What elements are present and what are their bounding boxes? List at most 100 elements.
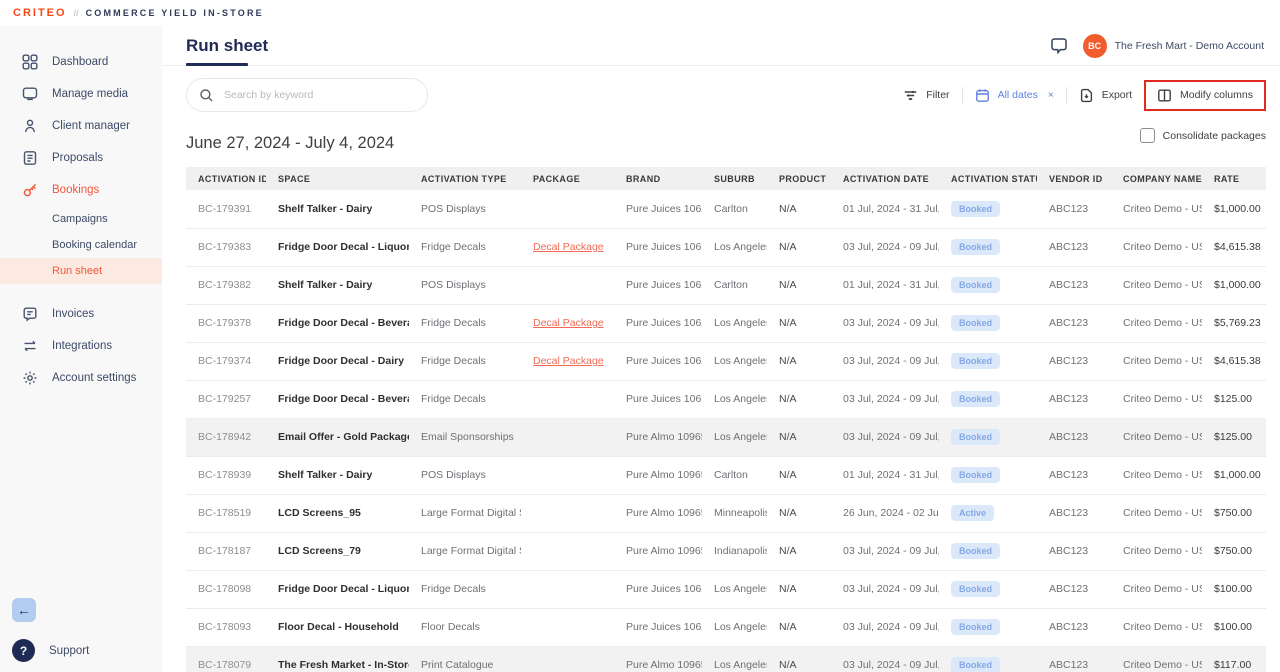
sidebar-subitem-label: Booking calendar <box>52 239 137 251</box>
date-filter-label: All dates <box>998 89 1038 101</box>
key-icon <box>22 182 38 198</box>
cell-brand: Pure Juices 10629 <box>614 228 702 266</box>
chat-bubble-icon[interactable] <box>1049 36 1069 56</box>
sidebar-item-bookings[interactable]: Bookings <box>0 174 162 206</box>
clear-dates-icon[interactable]: × <box>1048 90 1054 101</box>
table-row[interactable]: BC-178187LCD Screens_79Large Format Digi… <box>186 532 1266 570</box>
column-header: ACTIVATION STATUS <box>939 167 1037 190</box>
cell-rate: $750.00 <box>1202 494 1266 532</box>
status-badge: Booked <box>951 619 1000 635</box>
table-row[interactable]: BC-179382Shelf Talker - DairyPOS Display… <box>186 266 1266 304</box>
cell-space: Fridge Door Decal - Beverage <box>266 304 409 342</box>
cell-company-name: Criteo Demo - USA <box>1111 494 1202 532</box>
cell-activation-date: 03 Jul, 2024 - 09 Jul, 2024 <box>831 228 939 266</box>
table-row[interactable]: BC-178942Email Offer - Gold PackageEmail… <box>186 418 1266 456</box>
cell-activation-status: Booked <box>939 190 1037 228</box>
cell-rate: $100.00 <box>1202 570 1266 608</box>
cell-space: LCD Screens_79 <box>266 532 409 570</box>
sidebar-item-manage-media[interactable]: Manage media <box>0 78 162 110</box>
cell-activation-id: BC-179382 <box>186 266 266 304</box>
cell-company-name: Criteo Demo - USA <box>1111 570 1202 608</box>
cell-activation-id: BC-179257 <box>186 380 266 418</box>
sidebar-item-label: Account settings <box>52 372 136 384</box>
clipboard-icon <box>22 150 38 166</box>
cell-product: N/A <box>767 532 831 570</box>
cell-brand: Pure Almo 10965 <box>614 494 702 532</box>
package-link[interactable]: Decal Package <box>533 241 604 253</box>
collapse-sidebar-button[interactable]: ← <box>12 598 36 622</box>
table-row[interactable]: BC-179378Fridge Door Decal - BeverageFri… <box>186 304 1266 342</box>
cell-suburb: Los Angeles <box>702 380 767 418</box>
sidebar-item-invoices[interactable]: Invoices <box>0 298 162 330</box>
cell-rate: $4,615.38 <box>1202 228 1266 266</box>
package-link[interactable]: Decal Package <box>533 317 604 329</box>
cell-product: N/A <box>767 494 831 532</box>
sidebar-subitem-run-sheet[interactable]: Run sheet <box>0 258 162 284</box>
cell-vendor-id: ABC123 <box>1037 228 1111 266</box>
cell-activation-date: 01 Jul, 2024 - 31 Jul, 2024 <box>831 190 939 228</box>
sidebar-item-proposals[interactable]: Proposals <box>0 142 162 174</box>
date-filter-chip[interactable]: All dates × <box>975 88 1054 103</box>
modify-columns-button[interactable]: Modify columns <box>1157 88 1253 103</box>
cell-activation-id: BC-179374 <box>186 342 266 380</box>
table-row[interactable]: BC-178079The Fresh Market - In-Store Fly… <box>186 646 1266 672</box>
table-row[interactable]: BC-178093Floor Decal - HouseholdFloor De… <box>186 608 1266 646</box>
consolidate-packages-toggle[interactable]: Consolidate packages <box>1140 126 1266 143</box>
export-label: Export <box>1102 89 1132 101</box>
invoice-icon <box>22 306 38 322</box>
cell-brand: Pure Almo 10965 <box>614 456 702 494</box>
export-button[interactable]: Export <box>1079 88 1132 103</box>
filter-label: Filter <box>926 89 949 101</box>
cell-suburb: Carlton <box>702 266 767 304</box>
table-row[interactable]: BC-178098Fridge Door Decal - LiquorFridg… <box>186 570 1266 608</box>
column-header: PACKAGE <box>521 167 614 190</box>
cell-activation-date: 01 Jul, 2024 - 31 Jul, 2024 <box>831 456 939 494</box>
subheader: June 27, 2024 - July 4, 2024 Consolidate… <box>162 120 1280 167</box>
sidebar-item-integrations[interactable]: Integrations <box>0 330 162 362</box>
cell-rate: $1,000.00 <box>1202 190 1266 228</box>
page-header: Run sheet BC The Fresh Mart - Demo Accou… <box>162 26 1280 66</box>
sidebar-item-account-settings[interactable]: Account settings <box>0 362 162 394</box>
avatar: BC <box>1083 34 1107 58</box>
table-row[interactable]: BC-178939Shelf Talker - DairyPOS Display… <box>186 456 1266 494</box>
cell-activation-date: 03 Jul, 2024 - 09 Jul, 2024 <box>831 304 939 342</box>
cell-activation-status: Active <box>939 494 1037 532</box>
cell-space: Fridge Door Decal - Dairy <box>266 342 409 380</box>
cell-package: Decal Package <box>521 342 614 380</box>
cell-suburb: Minneapolis <box>702 494 767 532</box>
search-input[interactable] <box>224 89 415 101</box>
sidebar-item-client-manager[interactable]: Client manager <box>0 110 162 142</box>
person-icon <box>22 118 38 134</box>
cell-product: N/A <box>767 304 831 342</box>
table-row[interactable]: BC-179374Fridge Door Decal - DairyFridge… <box>186 342 1266 380</box>
table-row[interactable]: BC-178519LCD Screens_95Large Format Digi… <box>186 494 1266 532</box>
account-menu[interactable]: BC The Fresh Mart - Demo Account <box>1083 34 1264 58</box>
cell-package: Decal Package <box>521 228 614 266</box>
cell-package <box>521 608 614 646</box>
table-row[interactable]: BC-179257Fridge Door Decal - BeverageFri… <box>186 380 1266 418</box>
support-button[interactable]: ? Support <box>12 639 89 662</box>
package-link[interactable]: Decal Package <box>533 355 604 367</box>
table-row[interactable]: BC-179391Shelf Talker - DairyPOS Display… <box>186 190 1266 228</box>
sidebar-item-label: Client manager <box>52 120 130 132</box>
table-row[interactable]: BC-179383Fridge Door Decal - LiquorFridg… <box>186 228 1266 266</box>
status-badge: Booked <box>951 277 1000 293</box>
consolidate-label: Consolidate packages <box>1163 130 1266 142</box>
sidebar-item-dashboard[interactable]: Dashboard <box>0 46 162 78</box>
sidebar-subitem-booking-calendar[interactable]: Booking calendar <box>0 232 162 258</box>
sidebar-subitem-campaigns[interactable]: Campaigns <box>0 206 162 232</box>
cell-activation-id: BC-179383 <box>186 228 266 266</box>
cell-package <box>521 456 614 494</box>
divider <box>962 87 963 103</box>
modify-columns-label: Modify columns <box>1180 89 1253 101</box>
search-box[interactable] <box>186 78 428 112</box>
cell-activation-date: 03 Jul, 2024 - 09 Jul, 2024 <box>831 608 939 646</box>
sidebar-item-label: Dashboard <box>52 56 108 68</box>
filter-button[interactable]: Filter <box>903 88 949 103</box>
column-header: COMPANY NAME <box>1111 167 1202 190</box>
consolidate-checkbox[interactable] <box>1140 128 1155 143</box>
cell-rate: $125.00 <box>1202 380 1266 418</box>
cell-activation-status: Booked <box>939 456 1037 494</box>
cell-activation-date: 01 Jul, 2024 - 31 Jul, 2024 <box>831 266 939 304</box>
cell-brand: Pure Juices 10629 <box>614 304 702 342</box>
